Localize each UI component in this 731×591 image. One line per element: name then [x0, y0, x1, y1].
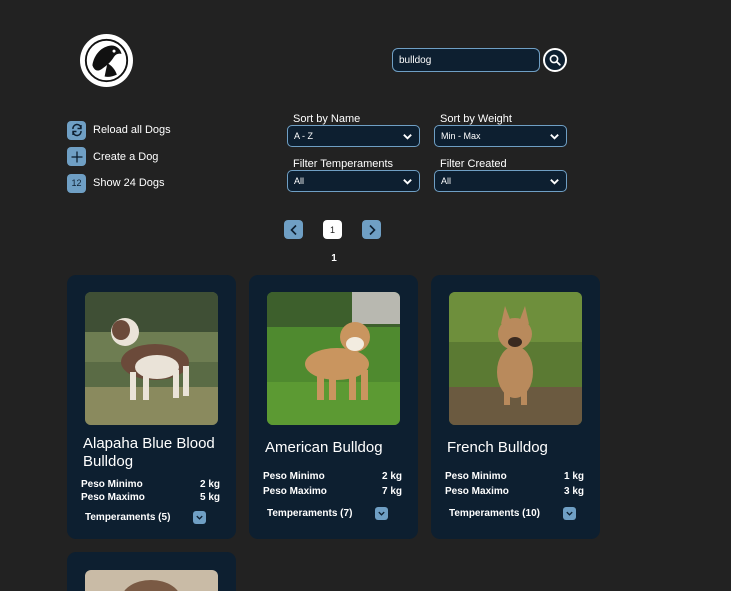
dog-photo	[85, 292, 218, 425]
temperament-filter: Filter Temperaments All	[287, 158, 420, 192]
search-bar	[392, 48, 567, 72]
sort-weight-label: Sort by Weight	[440, 113, 512, 125]
show-dogs-label: Show 24 Dogs	[93, 177, 165, 189]
max-weight-row: Peso Maximo 7 kg	[263, 486, 402, 497]
dog-name: American Bulldog	[265, 439, 383, 456]
temperaments-toggle[interactable]: Temperaments (10)	[449, 507, 576, 520]
chevron-down-icon[interactable]	[375, 507, 389, 520]
prev-page-button[interactable]	[284, 220, 303, 239]
chevron-down-icon[interactable]	[193, 511, 207, 524]
chevron-right-icon	[368, 224, 376, 235]
created-select[interactable]: All	[434, 170, 567, 192]
min-weight-label: Peso Minimo	[263, 471, 325, 482]
sort-name-label: Sort by Name	[293, 113, 361, 125]
min-weight-row: Peso Minimo 1 kg	[445, 471, 584, 482]
min-weight-value: 2 kg	[199, 479, 220, 490]
created-filter-label: Filter Created	[440, 158, 507, 170]
max-weight-label: Peso Maximo	[445, 486, 509, 497]
chevron-down-icon	[403, 178, 412, 185]
temperaments-label: Temperaments (10)	[449, 508, 540, 519]
count-badge: 12	[67, 173, 86, 193]
app-logo[interactable]	[80, 34, 133, 87]
action-list: Reload all Dogs Create a Dog 12 Show 24 …	[67, 120, 171, 200]
dog-logo-icon	[84, 38, 129, 83]
search-icon	[549, 54, 561, 66]
search-button[interactable]	[543, 48, 567, 72]
dog-name: Alapaha Blue Blood Bulldog	[83, 435, 215, 470]
dog-card[interactable]: American Bulldog Peso Minimo 2 kg Peso M…	[249, 275, 418, 539]
temperament-filter-label: Filter Temperaments	[293, 158, 394, 170]
temperaments-label: Temperaments (5)	[85, 512, 171, 523]
temperament-value: All	[294, 176, 305, 186]
created-value: All	[441, 176, 452, 186]
search-input[interactable]	[392, 48, 540, 72]
chevron-down-icon	[550, 133, 559, 140]
dog-card[interactable]: Alapaha Blue Blood Bulldog Peso Minimo 2…	[67, 275, 236, 539]
max-weight-value: 5 kg	[199, 492, 220, 503]
min-weight-row: Peso Minimo 2 kg	[81, 479, 220, 490]
current-page-indicator: 1	[331, 253, 337, 264]
max-weight-value: 3 kg	[563, 486, 584, 497]
chevron-down-icon	[403, 133, 412, 140]
reload-dogs-button[interactable]: Reload all Dogs	[67, 120, 171, 140]
chevron-down-icon	[550, 178, 559, 185]
sort-weight-select[interactable]: Min - Max	[434, 125, 567, 147]
next-page-button[interactable]	[362, 220, 381, 239]
max-weight-label: Peso Maximo	[263, 486, 327, 497]
reload-dogs-label: Reload all Dogs	[93, 124, 171, 136]
dog-photo	[449, 292, 582, 425]
max-weight-label: Peso Maximo	[81, 492, 145, 503]
max-weight-row: Peso Maximo 3 kg	[445, 486, 584, 497]
min-weight-label: Peso Minimo	[81, 479, 143, 490]
dog-photo	[267, 292, 400, 425]
min-weight-value: 2 kg	[381, 471, 402, 482]
dog-card[interactable]	[67, 552, 236, 591]
sort-name-filter: Sort by Name A - Z	[287, 113, 420, 147]
created-filter: Filter Created All	[434, 158, 567, 192]
show-24-dogs-button[interactable]: 12 Show 24 Dogs	[67, 173, 171, 193]
temperaments-toggle[interactable]: Temperaments (5)	[85, 511, 207, 524]
min-weight-label: Peso Minimo	[445, 471, 507, 482]
dog-photo	[85, 570, 218, 591]
temperaments-label: Temperaments (7)	[267, 508, 353, 519]
create-dog-label: Create a Dog	[93, 150, 159, 163]
dog-name: French Bulldog	[447, 439, 548, 456]
reload-icon	[67, 120, 86, 140]
chevron-left-icon	[289, 224, 297, 235]
temperaments-toggle[interactable]: Temperaments (7)	[267, 507, 389, 520]
sort-name-value: A - Z	[294, 131, 314, 141]
dog-card[interactable]: French Bulldog Peso Minimo 1 kg Peso Max…	[431, 275, 600, 539]
pagination: 1	[284, 220, 381, 239]
sort-name-select[interactable]: A - Z	[287, 125, 420, 147]
max-weight-value: 7 kg	[381, 486, 402, 497]
sort-weight-value: Min - Max	[441, 131, 481, 141]
page-1-button[interactable]: 1	[323, 220, 342, 239]
min-weight-row: Peso Minimo 2 kg	[263, 471, 402, 482]
sort-weight-filter: Sort by Weight Min - Max	[434, 113, 567, 147]
temperament-select[interactable]: All	[287, 170, 420, 192]
create-dog-button[interactable]: Create a Dog	[67, 147, 171, 167]
min-weight-value: 1 kg	[563, 471, 584, 482]
max-weight-row: Peso Maximo 5 kg	[81, 492, 220, 503]
plus-icon	[67, 147, 86, 166]
chevron-down-icon[interactable]	[562, 507, 576, 520]
